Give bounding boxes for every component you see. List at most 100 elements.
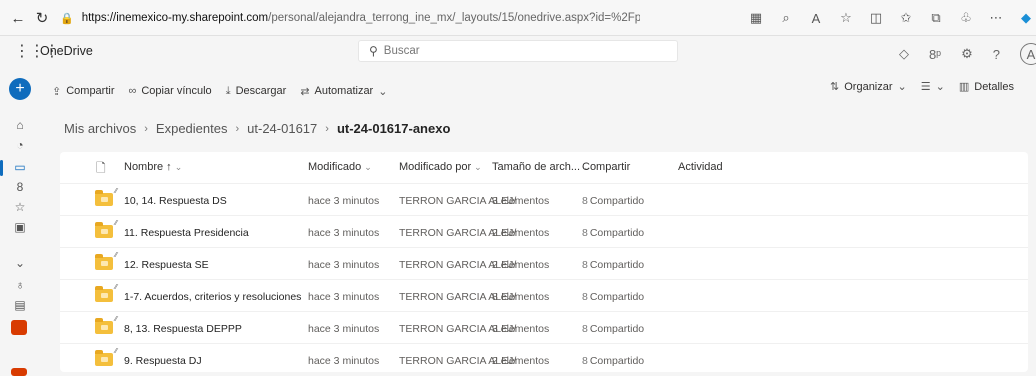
download-icon: ⤓ <box>225 84 231 97</box>
lock-icon: 🔒 <box>60 12 74 25</box>
chevron-down-icon: ⌄ <box>897 81 907 93</box>
zoom-icon[interactable]: ⌕ <box>776 8 796 28</box>
chevron-down-icon: ⌄ <box>174 162 183 172</box>
folder-icon <box>95 190 113 206</box>
favorites-icon[interactable]: ✩ <box>896 8 916 28</box>
table-row[interactable]: ⁄⁄ 10, 14. Respuesta DS hace 3 minutos T… <box>60 183 1028 215</box>
avatar[interactable]: A <box>1020 43 1036 65</box>
app-name[interactable]: OneDrive <box>40 44 93 58</box>
table-row[interactable]: ⁄⁄ 8, 13. Respuesta DEPPP hace 3 minutos… <box>60 311 1028 343</box>
column-header-share[interactable]: Compartir <box>582 161 630 173</box>
column-header-name[interactable]: Nombre ↑ ⌄ <box>124 161 182 173</box>
more-icon[interactable]: ⋯ <box>986 8 1006 28</box>
premium-icon[interactable]: ◇ <box>899 46 909 62</box>
expand-chevron-icon[interactable]: ⌄ <box>12 256 28 272</box>
column-header-modified-by[interactable]: Modificado por ⌄ <box>399 161 482 173</box>
file-name[interactable]: 12. Respuesta SE <box>124 259 209 271</box>
app-tile-icon[interactable] <box>11 320 27 335</box>
file-size: 8 elementos <box>492 291 550 303</box>
file-name[interactable]: 11. Respuesta Presidencia <box>124 227 249 239</box>
file-size: 2 elementos <box>492 227 550 239</box>
home-icon[interactable]: ⌂ <box>12 118 28 134</box>
search-input[interactable]: ⚲ Buscar <box>358 40 678 62</box>
file-name[interactable]: 9. Respuesta DJ <box>124 355 202 367</box>
column-header-modified[interactable]: Modificado ⌄ <box>308 161 372 173</box>
chevron-down-icon: ⌄ <box>474 162 482 172</box>
copilot-icon[interactable]: ◆ <box>1016 8 1036 28</box>
breadcrumb-item[interactable]: Expedientes <box>156 121 228 136</box>
view-options-button[interactable]: ☰ ⌄ <box>921 80 945 93</box>
share-status: 8 Compartido <box>582 227 644 239</box>
column-header-size[interactable]: Tamaño de arch... ⌄ <box>492 161 591 173</box>
share-button[interactable]: ⇪ Compartir <box>52 85 115 98</box>
copy-link-label: Copiar vínculo <box>141 85 212 97</box>
copy-link-button[interactable]: ∞ Copiar vínculo <box>129 85 212 97</box>
extensions-icon[interactable]: ♧ <box>956 8 976 28</box>
settings-gear-icon[interactable]: ⚙ <box>961 46 973 62</box>
create-new-button[interactable]: + <box>9 78 31 100</box>
breadcrumb-item[interactable]: ut-24-01617 <box>247 121 317 136</box>
people-icon[interactable]: ♁ <box>12 278 28 294</box>
active-indicator <box>0 160 3 176</box>
table-row[interactable]: ⁄⁄ 9. Respuesta DJ hace 3 minutos TERRON… <box>60 343 1028 375</box>
share-people-icon[interactable]: 8ᵖ <box>929 47 941 62</box>
organize-label: Organizar <box>844 80 893 93</box>
split-screen-icon[interactable]: ◫ <box>866 8 886 28</box>
refresh-icon[interactable]: ↻ <box>32 8 52 28</box>
command-bar-right: ⇅ Organizar ⌄ ☰ ⌄ ▥ Detalles <box>830 80 1014 94</box>
file-name[interactable]: 8, 13. Respuesta DEPPP <box>124 323 242 335</box>
column-label: Modificado <box>308 161 362 173</box>
favorites-star-icon[interactable]: ☆ <box>12 200 28 216</box>
file-type-icon[interactable]: 🗋 <box>96 159 106 180</box>
chevron-down-icon: ⌄ <box>378 85 388 98</box>
details-button[interactable]: ▥ Detalles <box>959 80 1014 94</box>
table-row[interactable]: ⁄⁄ 12. Respuesta SE hace 3 minutos TERRO… <box>60 247 1028 279</box>
read-aloud-icon[interactable]: A <box>806 8 826 28</box>
share-status-label: Compartido <box>589 259 645 271</box>
my-files-folder-icon[interactable]: ▭ <box>12 160 28 176</box>
file-name[interactable]: 10, 14. Respuesta DS <box>124 195 227 207</box>
organize-button[interactable]: ⇅ Organizar ⌄ <box>830 80 907 94</box>
url-path: /personal/alejandra_terrong_ine_mx/_layo… <box>268 12 640 24</box>
people-icon: 8 <box>582 291 588 303</box>
new-item-icon: ⁄⁄ <box>115 348 118 355</box>
people-icon: 8 <box>582 227 588 239</box>
reader-icon[interactable]: ▦ <box>746 8 766 28</box>
new-item-icon: ⁄⁄ <box>115 220 118 227</box>
share-icon: ⇪ <box>52 85 62 98</box>
sort-icon: ⇅ <box>830 81 840 93</box>
download-button[interactable]: ⤓ Descargar <box>226 85 287 98</box>
chevron-down-icon: ⌄ <box>935 81 945 93</box>
address-bar[interactable]: 🔒 https://inemexico-my.sharepoint.com/pe… <box>60 6 640 30</box>
modified-date: hace 3 minutos <box>308 323 380 335</box>
new-item-icon: ⁄⁄ <box>115 188 118 195</box>
help-icon[interactable]: ? <box>993 47 1000 62</box>
share-status: 8 Compartido <box>582 259 644 271</box>
column-header-activity[interactable]: Actividad <box>678 161 723 173</box>
share-status: 8 Compartido <box>582 195 644 207</box>
automate-button[interactable]: ⇄ Automatizar ⌄ <box>300 85 387 98</box>
breadcrumb-current: ut-24-01617-anexo <box>336 121 451 136</box>
onedrive-header: ⋮⋮⋮ OneDrive ⚲ Buscar ◇ 8ᵖ ⚙ ? A <box>0 36 1036 66</box>
table-row[interactable]: ⁄⁄ 1-7. Acuerdos, criterios y resolucion… <box>60 279 1028 311</box>
file-name[interactable]: 1-7. Acuerdos, criterios y resoluciones <box>124 291 301 303</box>
search-icon: ⚲ <box>369 44 378 58</box>
modified-date: hace 3 minutos <box>308 259 380 271</box>
file-size: 3 elementos <box>492 323 550 335</box>
table-header: 🗋 Nombre ↑ ⌄ Modificado ⌄ Modificado por ⌄ … <box>60 152 1028 182</box>
details-label: Detalles <box>974 80 1014 93</box>
breadcrumb-item[interactable]: Mis archivos <box>64 121 136 136</box>
activity-icon[interactable]: ◔ <box>12 138 28 154</box>
collections-icon[interactable]: ⧉ <box>926 8 946 28</box>
column-label: Tamaño de arch... <box>492 161 581 173</box>
library-icon[interactable]: ▤ <box>12 298 28 314</box>
share-label: Compartir <box>66 85 115 97</box>
recycle-bin-icon[interactable]: ▣ <box>12 220 28 236</box>
file-size: 2 elementos <box>492 355 550 367</box>
favorite-star-icon[interactable]: ☆ <box>836 8 856 28</box>
modified-date: hace 3 minutos <box>308 355 380 367</box>
back-icon[interactable]: ← <box>8 8 28 28</box>
folder-icon <box>95 222 113 238</box>
shared-icon[interactable]: 8 <box>12 180 28 196</box>
table-row[interactable]: ⁄⁄ 11. Respuesta Presidencia hace 3 minu… <box>60 215 1028 247</box>
